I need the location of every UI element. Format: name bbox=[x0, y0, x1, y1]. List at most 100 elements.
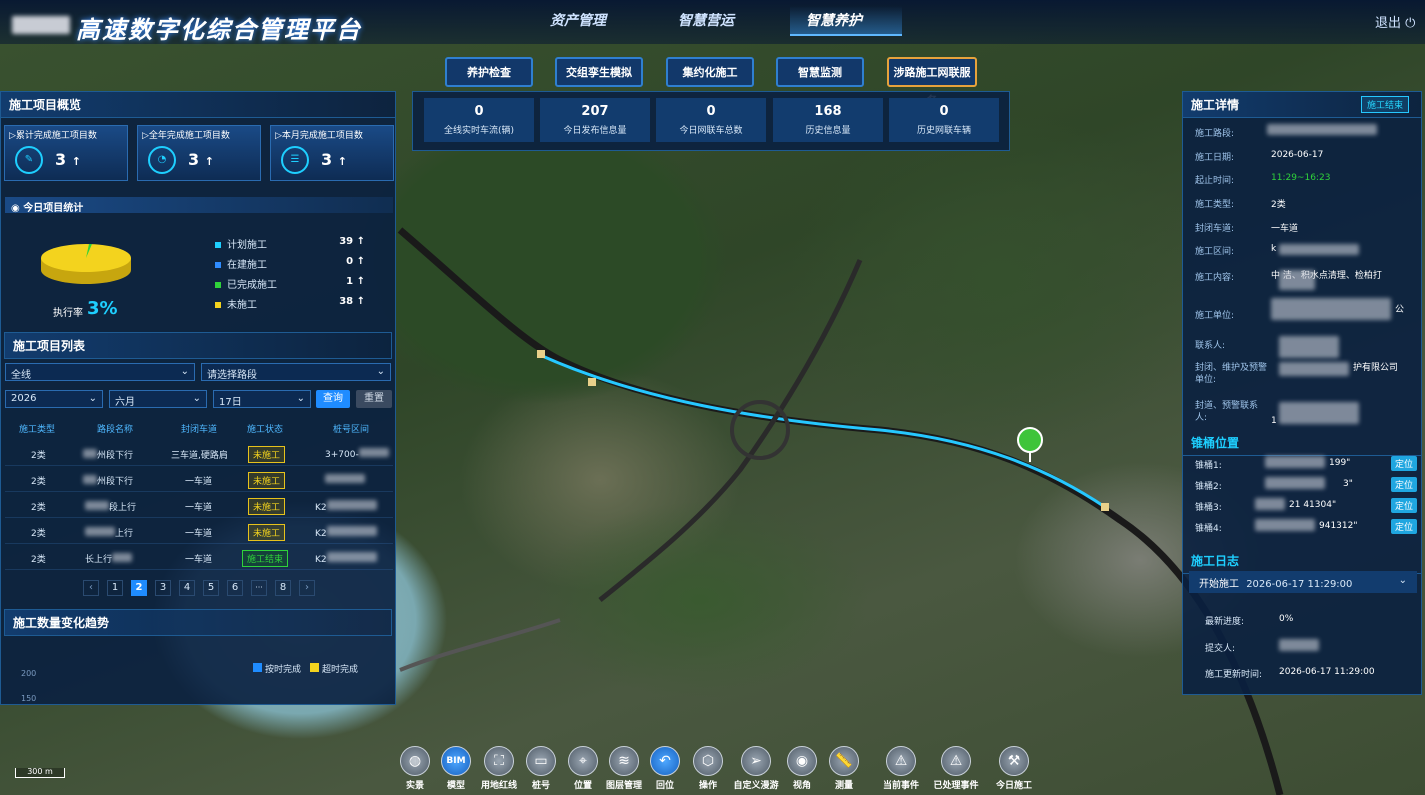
filter-month-value: 六月 bbox=[115, 397, 135, 408]
legend-planned-label: 计划施工 bbox=[227, 240, 267, 251]
toolbar-label: 用地红线 bbox=[480, 781, 517, 791]
toolbar-label: 图层管理 bbox=[605, 781, 642, 791]
redacted-block bbox=[1255, 519, 1315, 531]
redacted-block bbox=[325, 474, 365, 483]
log-label: 最新进度: bbox=[1205, 617, 1245, 627]
detail-status-badge: 施工结束 bbox=[1361, 96, 1410, 113]
legend-dot bbox=[215, 282, 221, 288]
legend-planned-count: 39 bbox=[339, 236, 354, 247]
tab-operations[interactable]: 智慧营运 bbox=[678, 10, 734, 30]
redacted-block bbox=[1267, 124, 1377, 135]
execution-rate-value: 3% bbox=[87, 298, 118, 319]
toolbar-pile[interactable]: ▭ 桩号 bbox=[522, 746, 560, 795]
log-entry-header[interactable]: 开始施工 2026-06-17 11:29:00 ⌄ bbox=[1189, 571, 1417, 593]
field-label: 联系人: bbox=[1195, 341, 1226, 351]
cone-row: 锥桶3: 21 41304" 定位 bbox=[1195, 498, 1417, 513]
locate-button[interactable]: 定位 bbox=[1390, 456, 1417, 471]
subtab-inspection[interactable]: 养护检查 bbox=[445, 57, 533, 87]
cell-pile: 3+700- bbox=[325, 448, 389, 460]
card-total: ▷累计完成施工项目数 ✎ 3 ↑ bbox=[4, 125, 128, 181]
page-next[interactable]: › bbox=[299, 580, 315, 596]
field-value: k bbox=[1271, 244, 1277, 254]
table-row[interactable]: 2类 段上行 一车道 未施工 K2 bbox=[5, 494, 393, 518]
chart-pen-icon: ✎ bbox=[15, 146, 43, 174]
toolbar-model[interactable]: BIM 模型 bbox=[437, 746, 475, 795]
tab-maintenance-label: 智慧养护 bbox=[806, 13, 862, 29]
toolbar-location[interactable]: ⌖ 位置 bbox=[564, 746, 602, 795]
chevron-down-icon: ⌄ bbox=[180, 366, 189, 377]
cell-pile-text: K2 bbox=[315, 503, 327, 513]
query-button[interactable]: 查询 bbox=[316, 390, 350, 408]
cone-title: 锥桶位置 bbox=[1183, 430, 1421, 456]
cell-type: 2类 bbox=[31, 477, 46, 487]
filter-day[interactable]: 17日 ⌄ bbox=[213, 390, 311, 408]
filter-month[interactable]: 六月 ⌄ bbox=[109, 390, 207, 408]
toolbar-view[interactable]: ◉ 视角 bbox=[783, 746, 821, 795]
page-ellipsis[interactable]: ··· bbox=[251, 580, 267, 596]
execution-rate-label: 执行率 bbox=[53, 308, 83, 319]
target-icon: ◉ bbox=[11, 203, 20, 214]
table-row[interactable]: 2类 州段下行 三车道,硬路肩 未施工 3+700- bbox=[5, 442, 393, 466]
stat-published-value: 207 bbox=[581, 104, 609, 119]
subtab-twin-simulation[interactable]: 交组孪生模拟 bbox=[555, 57, 643, 87]
stat-history-info-value: 168 bbox=[814, 104, 842, 119]
cell-road-text: 长上行 bbox=[85, 555, 113, 565]
page-2[interactable]: 2 bbox=[131, 580, 147, 596]
legend-building-count: 0 bbox=[346, 256, 354, 267]
toolbar-current-events[interactable]: ⚠ 当前事件 bbox=[876, 746, 926, 795]
filter-road[interactable]: 请选择路段 ⌄ bbox=[201, 363, 391, 381]
field-value: 护有限公司 bbox=[1353, 363, 1399, 373]
field-value: 一车道 bbox=[1271, 224, 1299, 234]
stat-history-connected-label: 历史网联车辆 bbox=[916, 126, 971, 136]
play-icon: ▷ bbox=[9, 131, 16, 141]
stat-history-connected: 0 历史网联车辆 bbox=[889, 98, 999, 142]
table-row[interactable]: 2类 上行 一车道 未施工 K2 bbox=[5, 520, 393, 544]
toolbar-operate[interactable]: ⬡ 操作 bbox=[689, 746, 727, 795]
main-tabs: 资产管理 智慧营运 智慧养护 bbox=[520, 6, 920, 36]
page-8[interactable]: 8 bbox=[275, 580, 291, 596]
toolbar-today-construction[interactable]: ⚒ 今日施工 bbox=[988, 746, 1040, 795]
logout-button[interactable]: 退出 ⏻ bbox=[1375, 12, 1415, 31]
page-5[interactable]: 5 bbox=[203, 580, 219, 596]
cell-pile-text: K2 bbox=[315, 529, 327, 539]
status-badge: 施工结束 bbox=[242, 550, 289, 567]
tab-assets[interactable]: 资产管理 bbox=[550, 10, 606, 30]
filter-section[interactable]: 全线 ⌄ bbox=[5, 363, 195, 381]
toolbar-layers[interactable]: ≋ 图层管理 bbox=[603, 746, 645, 795]
page-3[interactable]: 3 bbox=[155, 580, 171, 596]
toolbar-realscene[interactable]: ◍ 实景 bbox=[396, 746, 434, 795]
reset-button[interactable]: 重置 bbox=[356, 390, 392, 408]
redacted-block bbox=[1265, 456, 1325, 468]
chevron-down-icon: ⌄ bbox=[376, 366, 385, 377]
toolbar-measure[interactable]: 📏 测量 bbox=[825, 746, 863, 795]
toolbar-handled-events[interactable]: ⚠ 已处理事件 bbox=[928, 746, 984, 795]
toolbar-return[interactable]: ↶ 回位 bbox=[646, 746, 684, 795]
page-prev[interactable]: ‹ bbox=[83, 580, 99, 596]
filter-year[interactable]: 2026 ⌄ bbox=[5, 390, 103, 408]
page-1[interactable]: 1 bbox=[107, 580, 123, 596]
field-label: 施工区间: bbox=[1195, 247, 1235, 257]
up-arrow-icon: ↑ bbox=[204, 155, 214, 168]
chevron-down-icon: ⌄ bbox=[296, 393, 305, 404]
cell-pile bbox=[325, 474, 365, 486]
card-total-number: 3 bbox=[55, 150, 67, 169]
page-6[interactable]: 6 bbox=[227, 580, 243, 596]
filter-day-value: 17日 bbox=[219, 397, 242, 408]
return-icon: ↶ bbox=[650, 746, 680, 776]
locate-button[interactable]: 定位 bbox=[1390, 519, 1417, 534]
table-row[interactable]: 2类 州段下行 一车道 未施工 bbox=[5, 468, 393, 492]
table-row[interactable]: 2类 长上行 一车道 施工结束 K2 bbox=[5, 546, 393, 570]
page-4[interactable]: 4 bbox=[179, 580, 195, 596]
toolbar-roam[interactable]: ➢ 自定义漫游 bbox=[726, 746, 786, 795]
detail-field-content: 施工内容: 中 洁、积水点清理、检柏打 bbox=[1195, 270, 1415, 290]
subtab-connected-service[interactable]: 涉路施工网联服务 bbox=[887, 57, 977, 107]
toolbar-redline[interactable]: ⛶ 用地红线 bbox=[478, 746, 520, 795]
cone-label: 锥桶1: bbox=[1195, 461, 1222, 471]
subtab-intensive[interactable]: 集约化施工 bbox=[666, 57, 754, 87]
locate-button[interactable]: 定位 bbox=[1390, 477, 1417, 492]
detail-field-contact: 联系人: bbox=[1195, 336, 1415, 358]
tab-maintenance[interactable]: 智慧养护 bbox=[790, 6, 902, 36]
subtab-monitor[interactable]: 智慧监测 bbox=[776, 57, 864, 87]
locate-button[interactable]: 定位 bbox=[1390, 498, 1417, 513]
redacted-block bbox=[1279, 336, 1339, 358]
